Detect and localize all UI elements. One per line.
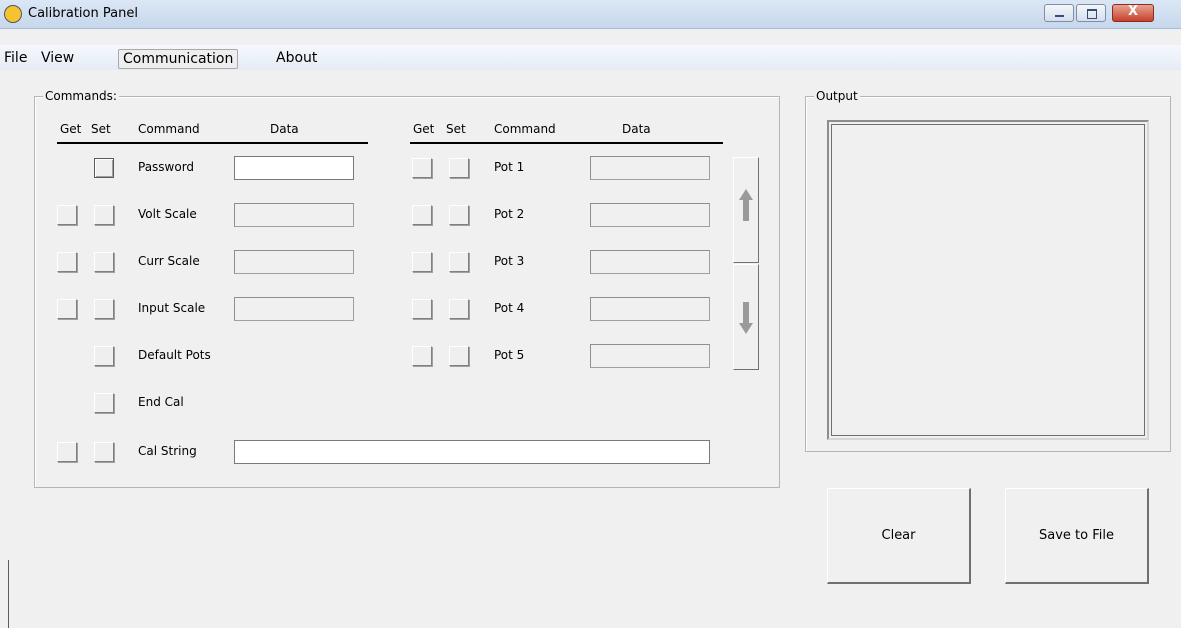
set-default-pots-button[interactable] [94, 346, 114, 366]
set-volt-scale-button[interactable] [94, 205, 114, 225]
set-password-button[interactable] [94, 158, 114, 178]
command-label-volt-scale: Volt Scale [138, 207, 197, 221]
left-header-get: Get [60, 122, 82, 136]
commands-legend: Commands: [43, 89, 119, 103]
title-bar[interactable]: Calibration Panel X [0, 0, 1181, 29]
right-header-set: Set [446, 122, 466, 136]
close-button[interactable]: X [1112, 4, 1154, 22]
command-label-input-scale: Input Scale [138, 301, 206, 315]
command-label-pot-3: Pot 3 [494, 254, 525, 268]
window-left-border [8, 560, 9, 628]
output-content [831, 124, 1145, 436]
menu-view[interactable]: View [37, 49, 78, 69]
get-pot-3-button[interactable] [412, 252, 432, 272]
menu-about[interactable]: About [272, 49, 321, 69]
left-header-command: Command [138, 122, 200, 136]
clear-button[interactable]: Clear [827, 488, 971, 584]
command-label-curr-scale: Curr Scale [138, 254, 200, 268]
set-pot-4-button[interactable] [449, 299, 469, 319]
pot-1-field[interactable] [590, 156, 710, 180]
pot-5-field[interactable] [590, 344, 710, 368]
set-pot-2-button[interactable] [449, 205, 469, 225]
get-input-scale-button[interactable] [57, 299, 77, 319]
save-to-file-button[interactable]: Save to File [1005, 488, 1149, 584]
command-label-default-pots: Default Pots [138, 348, 211, 362]
get-pot-2-button[interactable] [412, 205, 432, 225]
pot-scroll-up-button[interactable] [733, 157, 759, 263]
commands-groupbox [34, 96, 780, 488]
get-pot-4-button[interactable] [412, 299, 432, 319]
get-pot-5-button[interactable] [412, 346, 432, 366]
command-label-pot-2: Pot 2 [494, 207, 525, 221]
set-end-cal-button[interactable] [94, 393, 114, 413]
volt-scale-field[interactable] [234, 203, 354, 227]
menu-communication[interactable]: Communication [118, 49, 239, 69]
get-pot-1-button[interactable] [412, 158, 432, 178]
command-label-cal-string: Cal String [138, 444, 197, 458]
set-pot-3-button[interactable] [449, 252, 469, 272]
right-header-data: Data [622, 122, 651, 136]
set-curr-scale-button[interactable] [94, 252, 114, 272]
set-input-scale-button[interactable] [94, 299, 114, 319]
close-icon: X [1127, 4, 1139, 19]
arrow-down-icon [739, 302, 753, 334]
minimize-button[interactable] [1044, 4, 1074, 22]
output-textarea[interactable] [827, 120, 1149, 440]
pot-2-field[interactable] [590, 203, 710, 227]
get-volt-scale-button[interactable] [57, 205, 77, 225]
calibration-app-icon [4, 5, 22, 23]
get-curr-scale-button[interactable] [57, 252, 77, 272]
right-header-command: Command [494, 122, 556, 136]
command-label-pot-1: Pot 1 [494, 160, 525, 174]
curr-scale-field[interactable] [234, 250, 354, 274]
window-title: Calibration Panel [28, 6, 138, 21]
command-label-end-cal: End Cal [138, 395, 184, 409]
input-scale-field[interactable] [234, 297, 354, 321]
maximize-button[interactable] [1076, 4, 1106, 22]
set-pot-1-button[interactable] [449, 158, 469, 178]
right-header-get: Get [413, 122, 435, 136]
command-label-pot-5: Pot 5 [494, 348, 525, 362]
set-pot-5-button[interactable] [449, 346, 469, 366]
left-header-rule [57, 142, 368, 144]
pot-scroll-down-button[interactable] [733, 264, 759, 370]
cal-string-field[interactable] [234, 440, 710, 464]
arrow-up-icon [739, 189, 753, 221]
minimize-icon [1055, 15, 1064, 17]
pot-4-field[interactable] [590, 297, 710, 321]
command-label-password: Password [138, 160, 195, 174]
left-header-set: Set [91, 122, 111, 136]
output-legend: Output [814, 89, 860, 103]
command-label-pot-4: Pot 4 [494, 301, 525, 315]
right-header-rule [410, 142, 723, 144]
maximize-icon [1087, 9, 1097, 19]
pot-3-field[interactable] [590, 250, 710, 274]
menu-file[interactable]: File [0, 49, 31, 69]
set-cal-string-button[interactable] [94, 442, 114, 462]
password-field[interactable] [234, 156, 354, 180]
get-cal-string-button[interactable] [57, 442, 77, 462]
left-header-data: Data [270, 122, 299, 136]
